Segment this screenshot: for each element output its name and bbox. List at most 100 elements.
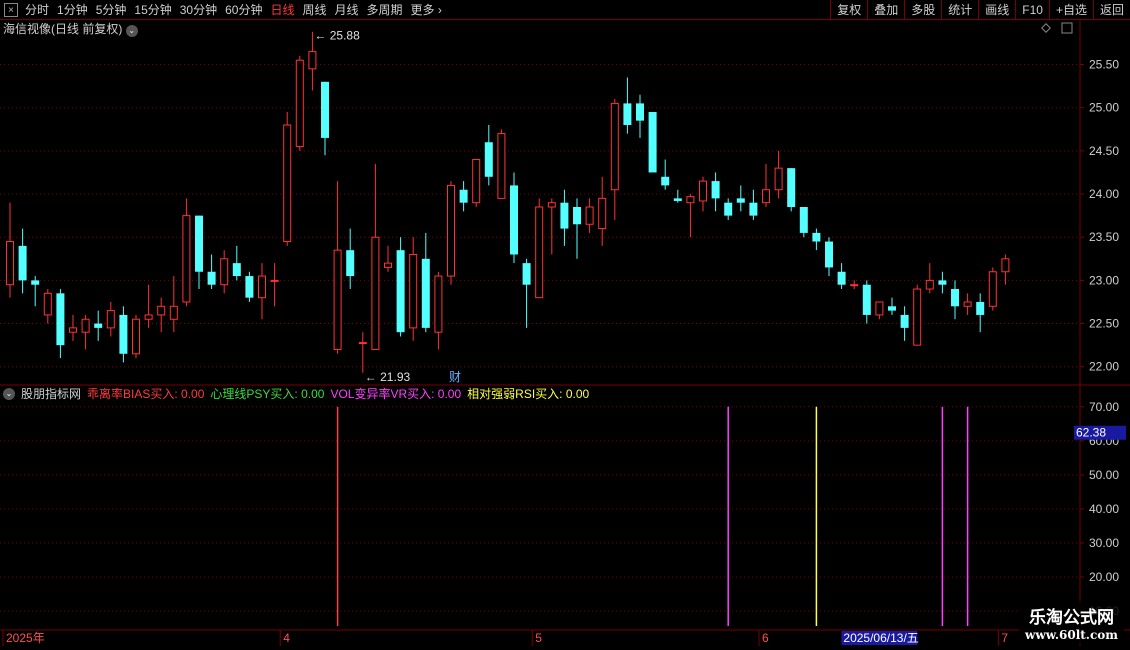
candle-body xyxy=(699,180,707,202)
watermark: 乐淘公式网 www.60lt.com xyxy=(1019,601,1124,644)
x-axis-label: 7 xyxy=(1001,631,1008,645)
candle-body xyxy=(510,185,518,255)
candle-body xyxy=(988,271,997,307)
buy-signal-series xyxy=(336,406,969,626)
main-y-tick-label: 23.50 xyxy=(1089,230,1119,244)
indicator-legend-item: 乖离率BIAS买入: 0.00 xyxy=(87,387,205,401)
candle-body xyxy=(610,102,619,191)
candle-body xyxy=(258,275,266,299)
candle-body xyxy=(94,323,103,328)
candle-body xyxy=(43,292,52,316)
candle-body xyxy=(321,81,329,138)
candle-body xyxy=(195,215,203,272)
indicator-legend: ⌄ 股朋指标网 乖离率BIAS买入: 0.00 心理线PSY买入: 0.00 VOL… xyxy=(3,387,589,401)
candle-body xyxy=(976,301,985,315)
candle-body xyxy=(119,314,128,354)
candle-body xyxy=(573,207,581,225)
candle-body xyxy=(850,284,859,287)
low-price-label: ← 21.93 xyxy=(365,370,411,384)
candle-body xyxy=(963,301,972,307)
candle-body xyxy=(736,198,745,203)
indicator-y-tick-label: 50.00 xyxy=(1089,468,1119,482)
candle-body xyxy=(875,301,884,316)
candle-body xyxy=(421,258,430,328)
candle-body xyxy=(182,215,191,303)
candle-body xyxy=(913,288,922,346)
candlestick-series xyxy=(6,31,1010,373)
candle-body xyxy=(245,276,254,298)
cursor-date-label: 2025/06/13/五 xyxy=(843,631,918,645)
indicator-current-value: 62.38 xyxy=(1076,426,1106,440)
candle-body xyxy=(371,236,380,350)
finance-marker: 财 xyxy=(449,370,461,384)
candle-body xyxy=(6,241,14,286)
chevron-down-icon[interactable]: ⌄ xyxy=(3,388,15,400)
candle-body xyxy=(925,279,934,290)
candle-body xyxy=(308,51,317,70)
main-y-tick-label: 25.50 xyxy=(1089,58,1119,72)
chart-axes: 22.00 22.50 23.00 23.50 24.00 24.50 25.00 25.50… xyxy=(2,22,1126,646)
candle-body xyxy=(787,168,796,207)
indicator-legend-item: 相对强弱RSI买入: 0.00 xyxy=(467,387,590,401)
candle-body xyxy=(169,305,178,320)
x-axis-label: 4 xyxy=(283,631,290,645)
candle-body xyxy=(1001,258,1010,273)
main-y-tick-label: 22.00 xyxy=(1089,360,1119,374)
candle-body xyxy=(106,310,115,329)
candle-body xyxy=(69,327,77,333)
candle-body xyxy=(283,124,292,243)
x-axis-label: 5 xyxy=(535,631,542,645)
candle-body xyxy=(472,159,481,204)
candle-body xyxy=(497,133,506,199)
candle-body xyxy=(220,258,229,286)
chart-grid xyxy=(0,20,1130,646)
candle-body xyxy=(295,59,304,148)
candle-body xyxy=(825,241,833,268)
candle-body xyxy=(81,318,90,333)
indicator-legend-item: 心理线PSY买入: 0.00 xyxy=(210,387,325,401)
candle-body xyxy=(598,197,607,230)
main-y-tick-label: 24.00 xyxy=(1089,187,1119,201)
candle-body xyxy=(333,249,342,350)
candle-body xyxy=(535,206,544,299)
candle-body xyxy=(951,289,959,307)
candle-body xyxy=(447,184,455,277)
candle-body xyxy=(270,279,279,282)
main-chart-title-text: 海信视像(日线 前复权) xyxy=(3,22,123,36)
candle-body xyxy=(207,271,216,285)
candle-body xyxy=(522,263,531,285)
candle-body xyxy=(938,280,947,285)
main-y-tick-label: 25.00 xyxy=(1089,101,1119,115)
x-axis-label: 6 xyxy=(762,631,769,645)
indicator-name: 股朋指标网 xyxy=(21,387,82,401)
candle-body xyxy=(396,250,405,333)
maximize-icon xyxy=(1061,22,1073,34)
x-axis-label: 2025年 xyxy=(6,631,45,645)
high-price-label: ← 25.88 xyxy=(314,29,360,43)
indicator-y-tick-label: 70.00 xyxy=(1089,400,1119,414)
candle-body xyxy=(673,198,682,201)
candle-body xyxy=(434,275,443,333)
main-chart-title: 海信视像(日线 前复权) ⌄ xyxy=(3,22,138,37)
candle-body xyxy=(384,262,392,268)
candle-body xyxy=(346,250,355,277)
candle-body xyxy=(409,253,418,329)
candle-body xyxy=(799,207,808,233)
chevron-down-icon[interactable]: ⌄ xyxy=(125,25,138,37)
candle-body xyxy=(560,202,569,229)
indicator-y-tick-label: 20.00 xyxy=(1089,570,1119,584)
watermark-url: www.60lt.com xyxy=(1025,628,1118,642)
candle-body xyxy=(623,103,632,125)
candle-body xyxy=(648,112,657,173)
candle-body xyxy=(724,202,733,216)
candle-body xyxy=(774,167,783,191)
candle-body xyxy=(636,103,644,121)
candle-body xyxy=(157,305,166,316)
main-y-tick-label: 24.50 xyxy=(1089,144,1119,158)
watermark-title: 乐淘公式网 xyxy=(1029,608,1115,628)
candle-body xyxy=(132,318,140,355)
candle-body xyxy=(459,189,468,203)
candle-body xyxy=(358,342,367,345)
candle-body xyxy=(144,314,153,320)
candle-body xyxy=(900,314,909,328)
